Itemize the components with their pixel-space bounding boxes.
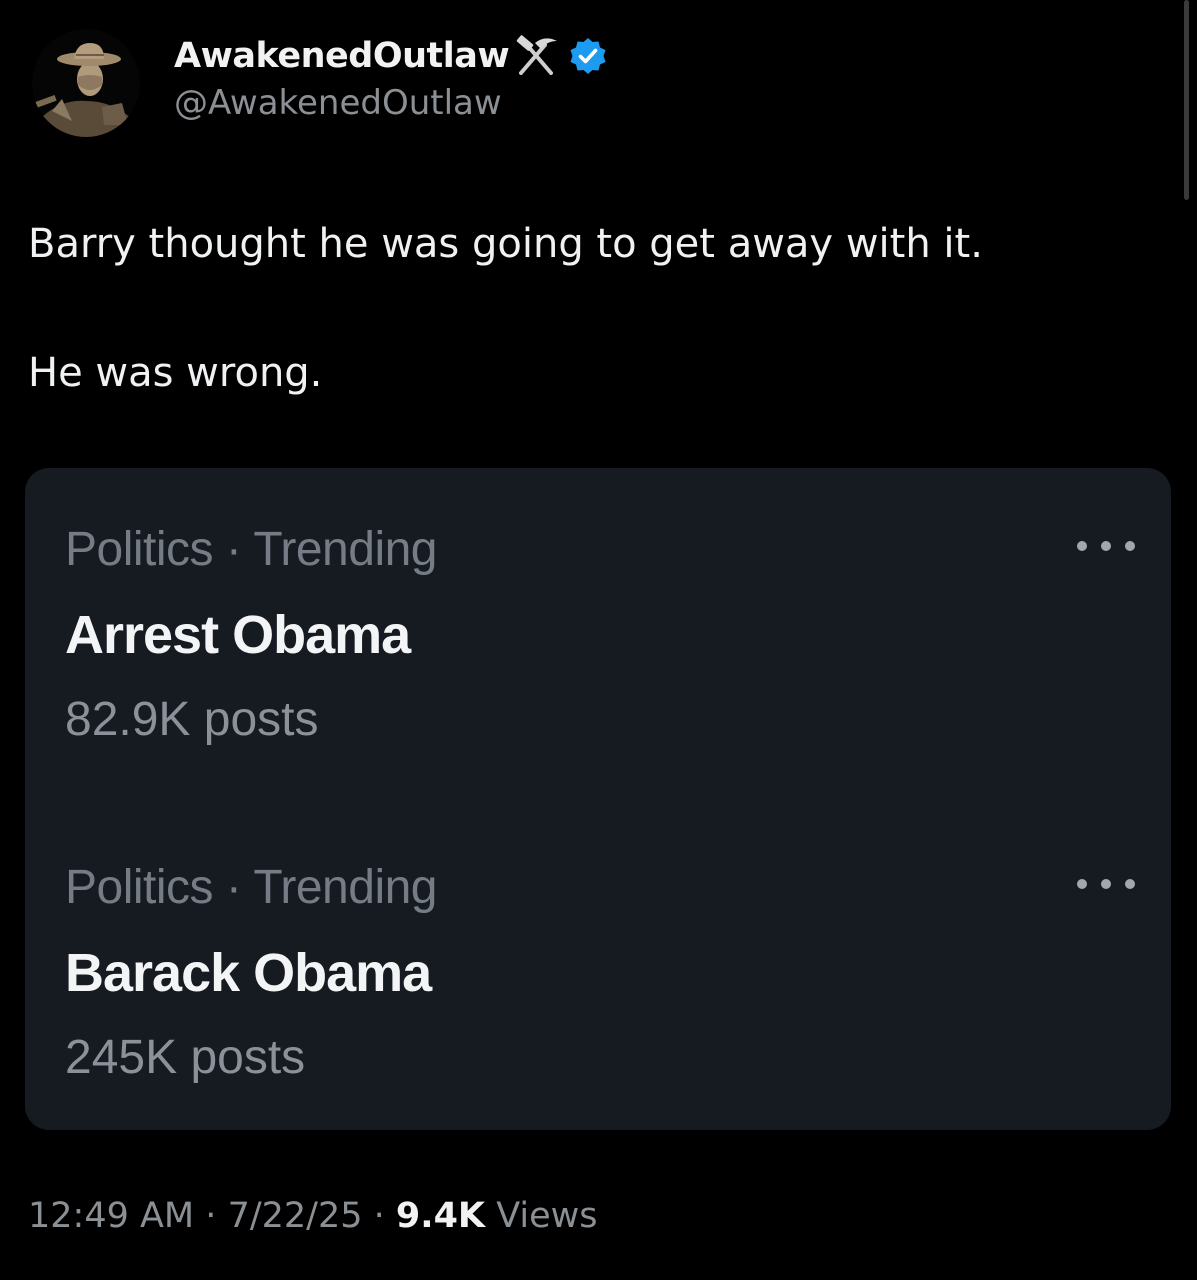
trend-category: Politics · Trending: [65, 861, 438, 914]
display-name[interactable]: AwakenedOutlaw: [174, 36, 510, 76]
trend-item[interactable]: Politics · Trending Arrest Obama 82.9K p…: [65, 520, 1139, 750]
author-names: AwakenedOutlaw @AwakenedOutlaw: [174, 31, 607, 123]
views-count[interactable]: 9.4K: [396, 1196, 485, 1236]
tweet-text: Barry thought he was going to get away w…: [28, 216, 1148, 401]
trend-post-count: 82.9K posts: [65, 693, 319, 746]
tweet-date[interactable]: 7/22/25: [228, 1196, 363, 1236]
tweet-time[interactable]: 12:49 AM: [28, 1196, 194, 1236]
separator: ·: [205, 1196, 217, 1236]
tweet-paragraph: Barry thought he was going to get away w…: [28, 221, 983, 267]
hammer-and-pick-icon: [516, 34, 558, 75]
avatar[interactable]: [32, 28, 140, 137]
trend-post-count: 245K posts: [65, 1031, 306, 1084]
tweet-metadata: 12:49 AM · 7/22/25 · 9.4K Views: [28, 1196, 597, 1236]
trend-title: Barack Obama: [65, 943, 432, 1003]
cowboy-avatar-icon: [32, 28, 140, 137]
trend-item[interactable]: Politics · Trending Barack Obama 245K po…: [65, 858, 1139, 1088]
trend-category: Politics · Trending: [65, 523, 438, 576]
more-options-icon[interactable]: [1073, 872, 1139, 896]
scrollbar[interactable]: [1184, 0, 1189, 200]
trend-title: Arrest Obama: [65, 605, 411, 665]
separator: ·: [373, 1196, 385, 1236]
author-handle[interactable]: @AwakenedOutlaw: [174, 83, 607, 123]
more-options-icon[interactable]: [1073, 534, 1139, 558]
views-label: Views: [496, 1196, 598, 1236]
verified-badge-icon[interactable]: [569, 37, 607, 75]
tweet-paragraph: He was wrong.: [28, 350, 323, 396]
trends-image-card[interactable]: Politics · Trending Arrest Obama 82.9K p…: [25, 468, 1171, 1130]
name-row: AwakenedOutlaw: [174, 31, 607, 81]
tweet-header: AwakenedOutlaw @AwakenedOutlaw: [32, 20, 607, 145]
